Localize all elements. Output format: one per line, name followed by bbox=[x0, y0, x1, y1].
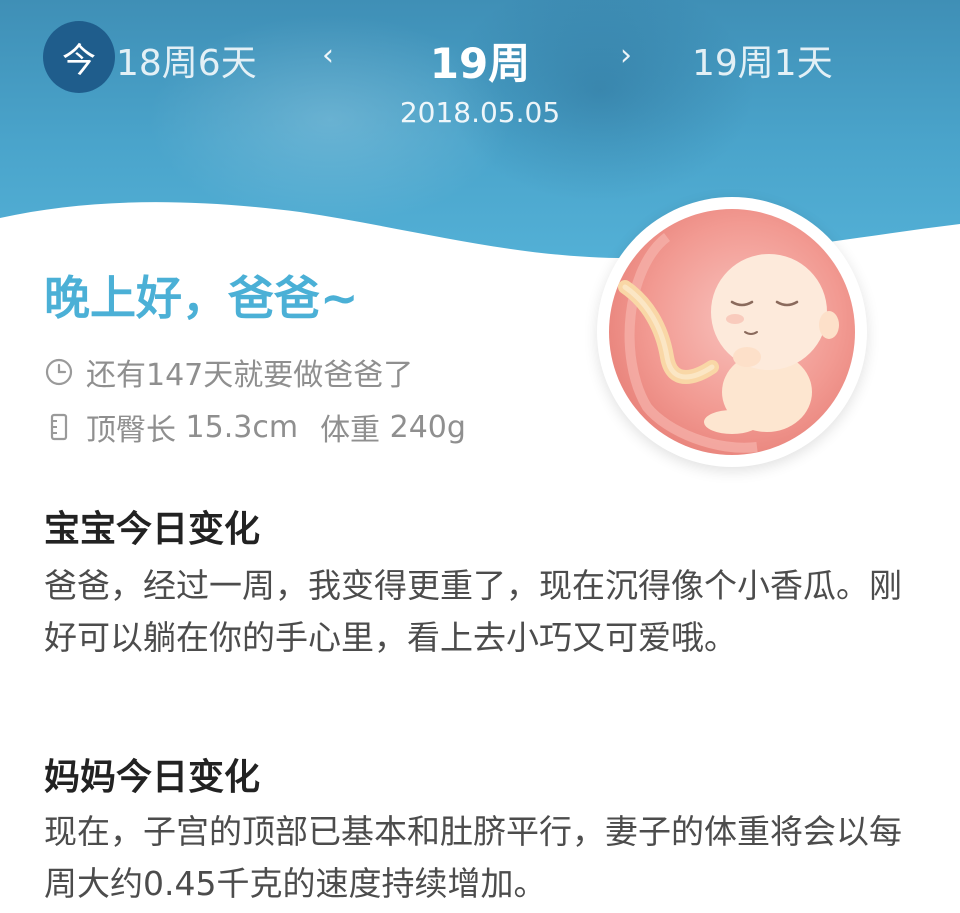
fetus-illustration[interactable] bbox=[597, 197, 867, 467]
mom-change-title: 妈妈今日变化 bbox=[44, 757, 261, 798]
weight-value: 240g bbox=[389, 409, 466, 445]
weight-label: 体重 bbox=[320, 413, 381, 448]
length-label: 顶臀长 bbox=[86, 413, 176, 448]
chevron-right-icon[interactable]: › bbox=[620, 38, 632, 73]
countdown-text: 还有147天就要做爸爸了 bbox=[86, 358, 414, 393]
mom-change-body: 现在，子宫的顶部已基本和肚脐平行，妻子的体重将会以每周大约0.45千克的速度持续… bbox=[44, 812, 902, 903]
baby-change-title: 宝宝今日变化 bbox=[44, 509, 261, 550]
next-week-label[interactable]: 19周1天 bbox=[692, 34, 833, 86]
ruler-icon bbox=[50, 413, 68, 441]
baby-change-body: 爸爸，经过一周，我变得更重了，现在沉得像个小香瓜。刚好可以躺在你的手心里，看上去… bbox=[44, 566, 902, 657]
length-value: 15.3cm bbox=[185, 409, 299, 445]
today-button[interactable]: 今 bbox=[43, 21, 115, 93]
current-date: 2018.05.05 bbox=[399, 96, 561, 129]
chevron-left-icon[interactable]: ‹ bbox=[322, 38, 334, 73]
greeting-title: 晚上好，爸爸~ bbox=[44, 271, 359, 325]
countdown-row: 还有147天就要做爸爸了 bbox=[44, 350, 413, 394]
prev-week-label[interactable]: 18周6天 bbox=[116, 34, 257, 86]
measurement-row: 顶臀长 15.3cm 体重 240g bbox=[44, 405, 466, 449]
clock-icon bbox=[45, 358, 73, 386]
